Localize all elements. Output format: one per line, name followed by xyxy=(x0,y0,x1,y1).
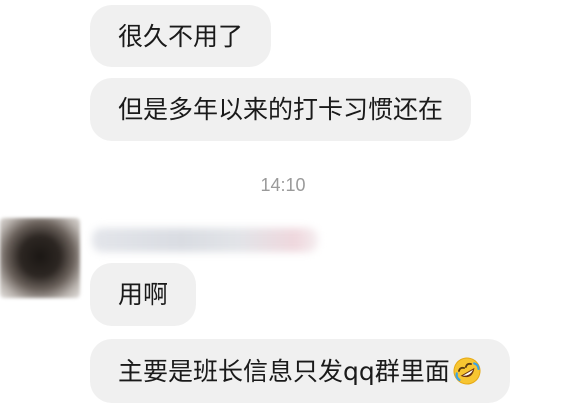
message-bubble[interactable]: 很久不用了 xyxy=(90,5,272,67)
message-bubble[interactable]: 用啊 xyxy=(90,263,197,326)
message-text: 但是多年以来的打卡习惯还在 xyxy=(118,95,444,124)
rolling-on-floor-laughing-icon xyxy=(453,357,481,385)
message-text: 主要是班长信息只发qq群里面 xyxy=(118,356,450,386)
message-text: 很久不用了 xyxy=(118,21,244,51)
message-bubble[interactable]: 主要是班长信息只发qq群里面 xyxy=(90,339,510,403)
timestamp: 14:10 xyxy=(260,175,306,195)
sender-name-redacted xyxy=(92,228,318,252)
message-text: 用啊 xyxy=(118,280,169,309)
message-bubble[interactable]: 但是多年以来的打卡习惯还在 xyxy=(90,78,472,141)
avatar[interactable] xyxy=(0,218,80,298)
